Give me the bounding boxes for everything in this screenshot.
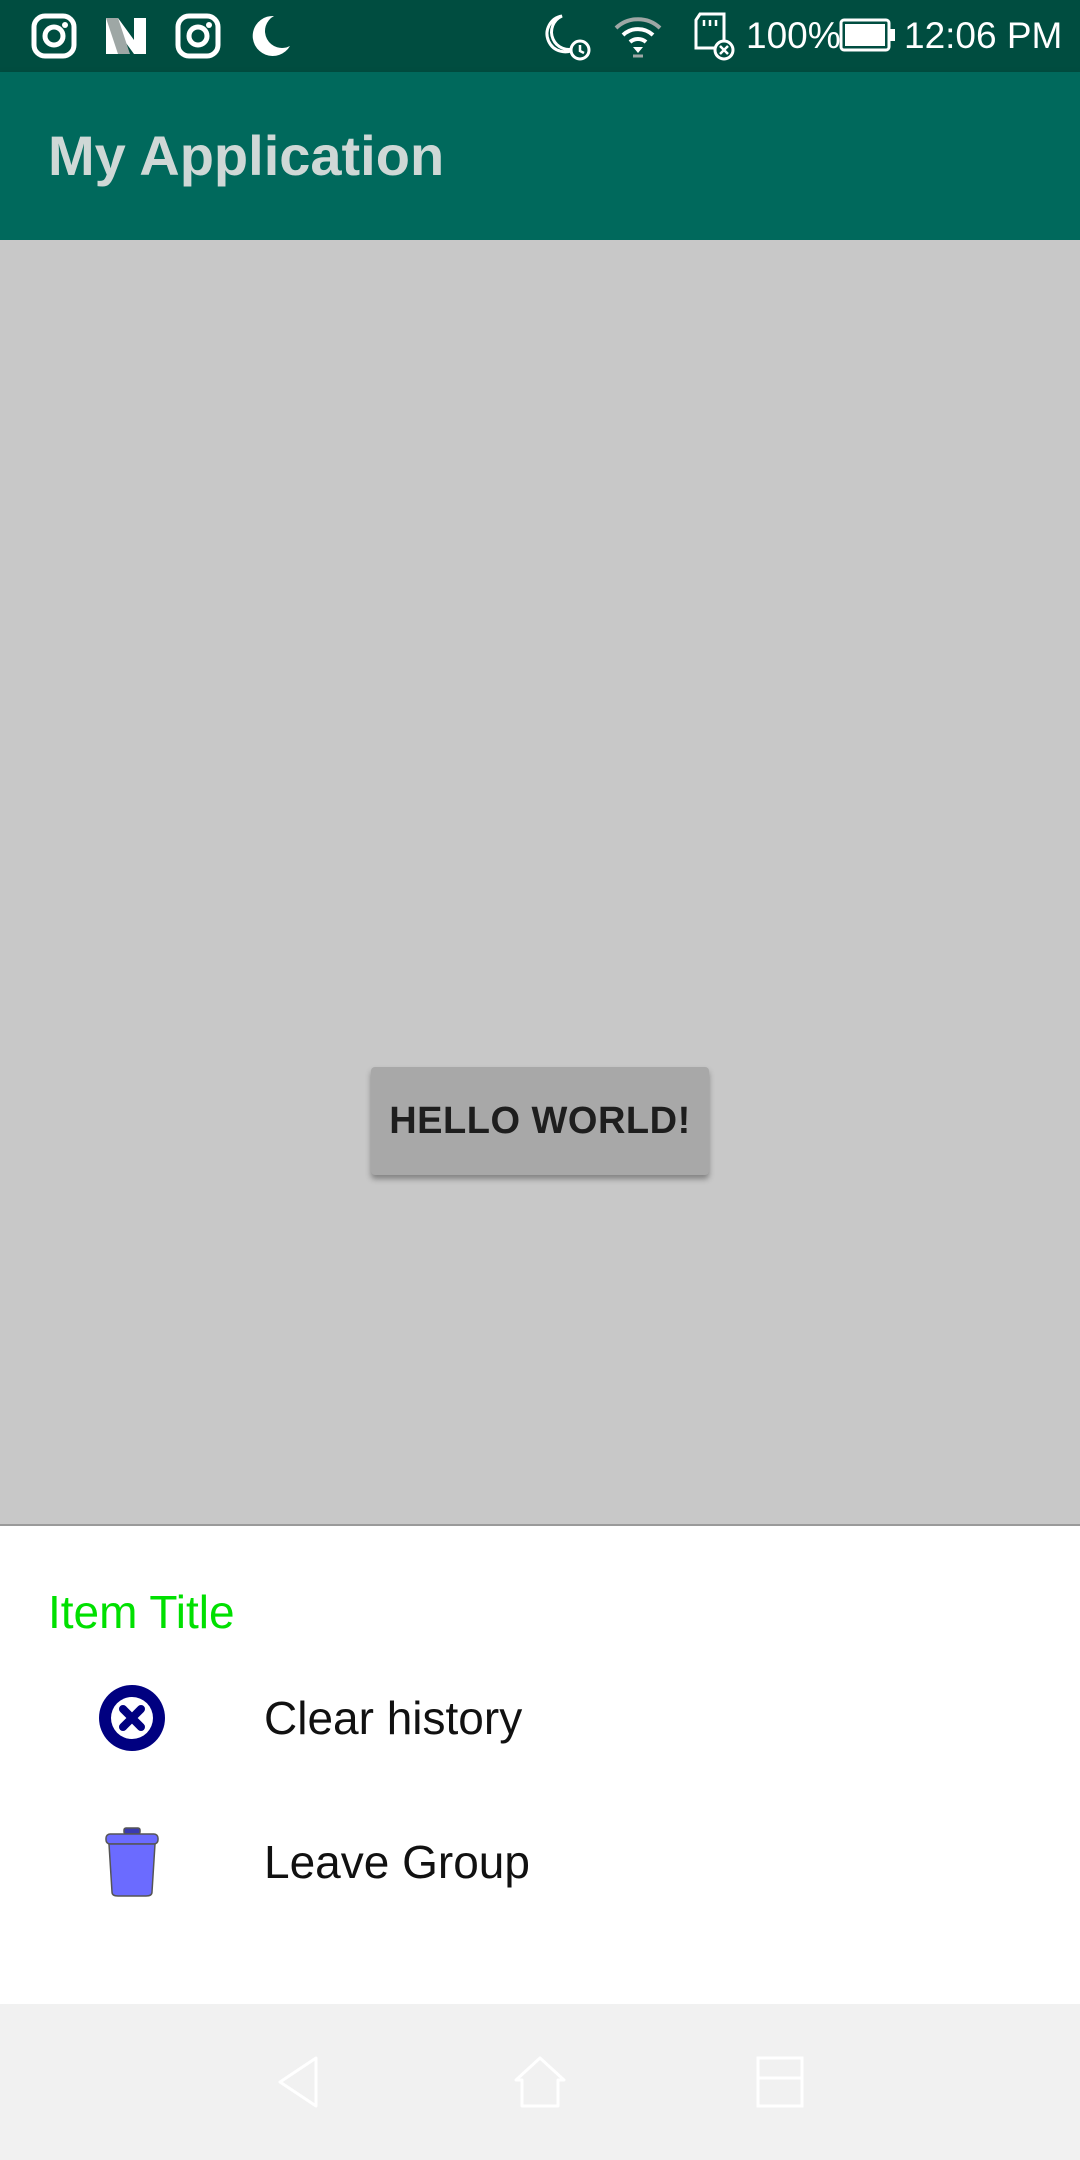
sd-card-icon	[694, 12, 735, 61]
battery-percent: 100%	[746, 15, 841, 56]
moon-icon	[252, 15, 290, 56]
sheet-title: Item Title	[48, 1586, 235, 1638]
bottom-sheet: Item Title Clear history Leave Group	[0, 1524, 1080, 2006]
back-icon[interactable]	[270, 2052, 330, 2112]
clear-icon	[99, 1685, 165, 1751]
recents-icon[interactable]	[750, 2052, 810, 2112]
app-bar: My Application	[0, 72, 1080, 240]
sheet-item-clear-history[interactable]: Clear history	[0, 1646, 1080, 1786]
sheet-item-label: Clear history	[264, 1692, 523, 1744]
hello-world-button[interactable]: HELLO WORLD!	[371, 1067, 709, 1175]
home-icon[interactable]	[510, 2052, 570, 2112]
wifi-icon	[614, 17, 662, 58]
app-title: My Application	[48, 124, 445, 187]
sheet-item-leave-group[interactable]: Leave Group	[0, 1790, 1080, 1930]
trash-icon	[105, 1827, 159, 1897]
instagram-icon	[31, 13, 77, 59]
instagram-icon	[175, 13, 221, 59]
status-time: 12:06 PM	[904, 15, 1063, 56]
n-app-icon	[106, 18, 146, 54]
moon-alarm-icon	[545, 14, 591, 61]
battery-icon	[839, 18, 895, 52]
navigation-bar	[0, 2004, 1080, 2160]
sheet-item-label: Leave Group	[264, 1836, 530, 1888]
main-content: HELLO WORLD!	[0, 240, 1080, 1524]
status-bar: 100% 12:06 PM	[0, 0, 1080, 72]
